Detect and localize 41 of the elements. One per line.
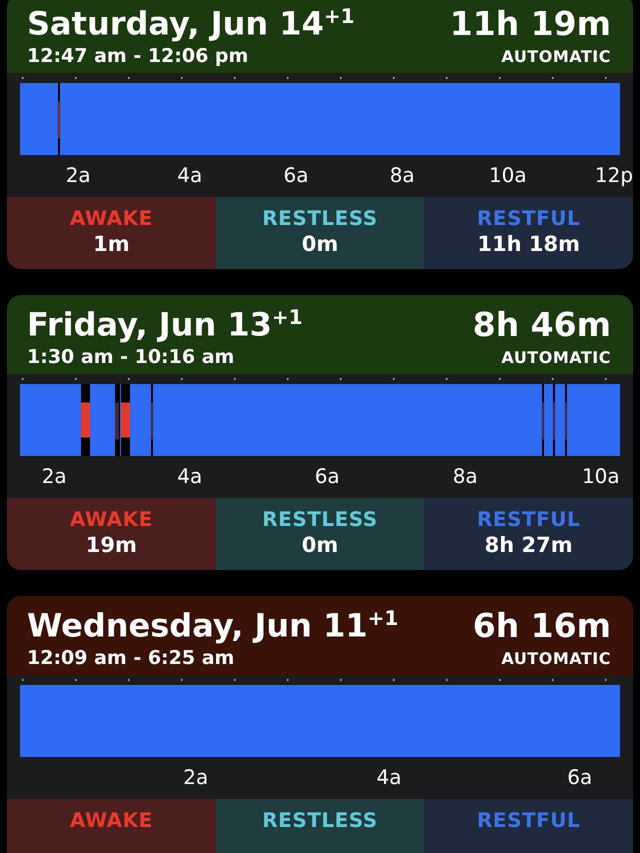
stat-label: AWAKE	[70, 206, 153, 230]
stat-label: RESTLESS	[262, 808, 378, 832]
axis-label: 6a	[284, 163, 308, 187]
stat-label: AWAKE	[70, 507, 153, 531]
duration: 6h 16m	[472, 606, 611, 645]
stat-label: RESTFUL	[477, 206, 580, 230]
axis-label: 4a	[376, 765, 402, 789]
stat-label: RESTFUL	[477, 507, 580, 531]
stat-value: 0m	[302, 533, 338, 557]
stat-label: RESTLESS	[262, 507, 378, 531]
time-range: 12:09 am - 6:25 am	[27, 647, 234, 669]
date-title: Friday, Jun 13$^{+1}$	[27, 305, 303, 344]
mode-label: AUTOMATIC	[501, 47, 611, 66]
axis-label: 8a	[452, 464, 478, 488]
axis-label: 4a	[177, 464, 202, 488]
stat-value: 11h 18m	[477, 232, 580, 256]
axis-label: 8a	[390, 163, 415, 187]
axis-label: 10a	[488, 163, 527, 187]
duration: 8h 46m	[472, 305, 611, 344]
time-range: 12:47 am - 12:06 pm	[27, 45, 248, 67]
axis-label: 2a	[66, 163, 91, 187]
stat-value: 19m	[86, 533, 137, 557]
axis-label: 12p	[594, 163, 633, 187]
stat-label: AWAKE	[70, 808, 153, 832]
stat-value: 8h 27m	[484, 533, 573, 557]
axis-label: 4a	[177, 163, 202, 187]
duration: 11h 19m	[450, 4, 611, 43]
date-title: Wednesday, Jun 11$^{+1}$	[27, 606, 398, 645]
time-range: 1:30 am - 10:16 am	[27, 346, 234, 368]
axis-label: 10a	[582, 464, 620, 488]
date-title: Saturday, Jun 14$^{+1}$	[27, 4, 355, 43]
stat-label: RESTFUL	[477, 808, 580, 832]
stat-value: 0m	[302, 232, 338, 256]
axis-label: 6a	[314, 464, 340, 488]
axis-label: 6a	[567, 765, 592, 789]
axis-label: 2a	[42, 464, 67, 488]
stat-value: 1m	[93, 232, 130, 256]
axis-label: 2a	[183, 765, 208, 789]
mode-label: AUTOMATIC	[501, 348, 611, 367]
stat-label: RESTLESS	[262, 206, 378, 230]
mode-label: AUTOMATIC	[501, 649, 611, 668]
